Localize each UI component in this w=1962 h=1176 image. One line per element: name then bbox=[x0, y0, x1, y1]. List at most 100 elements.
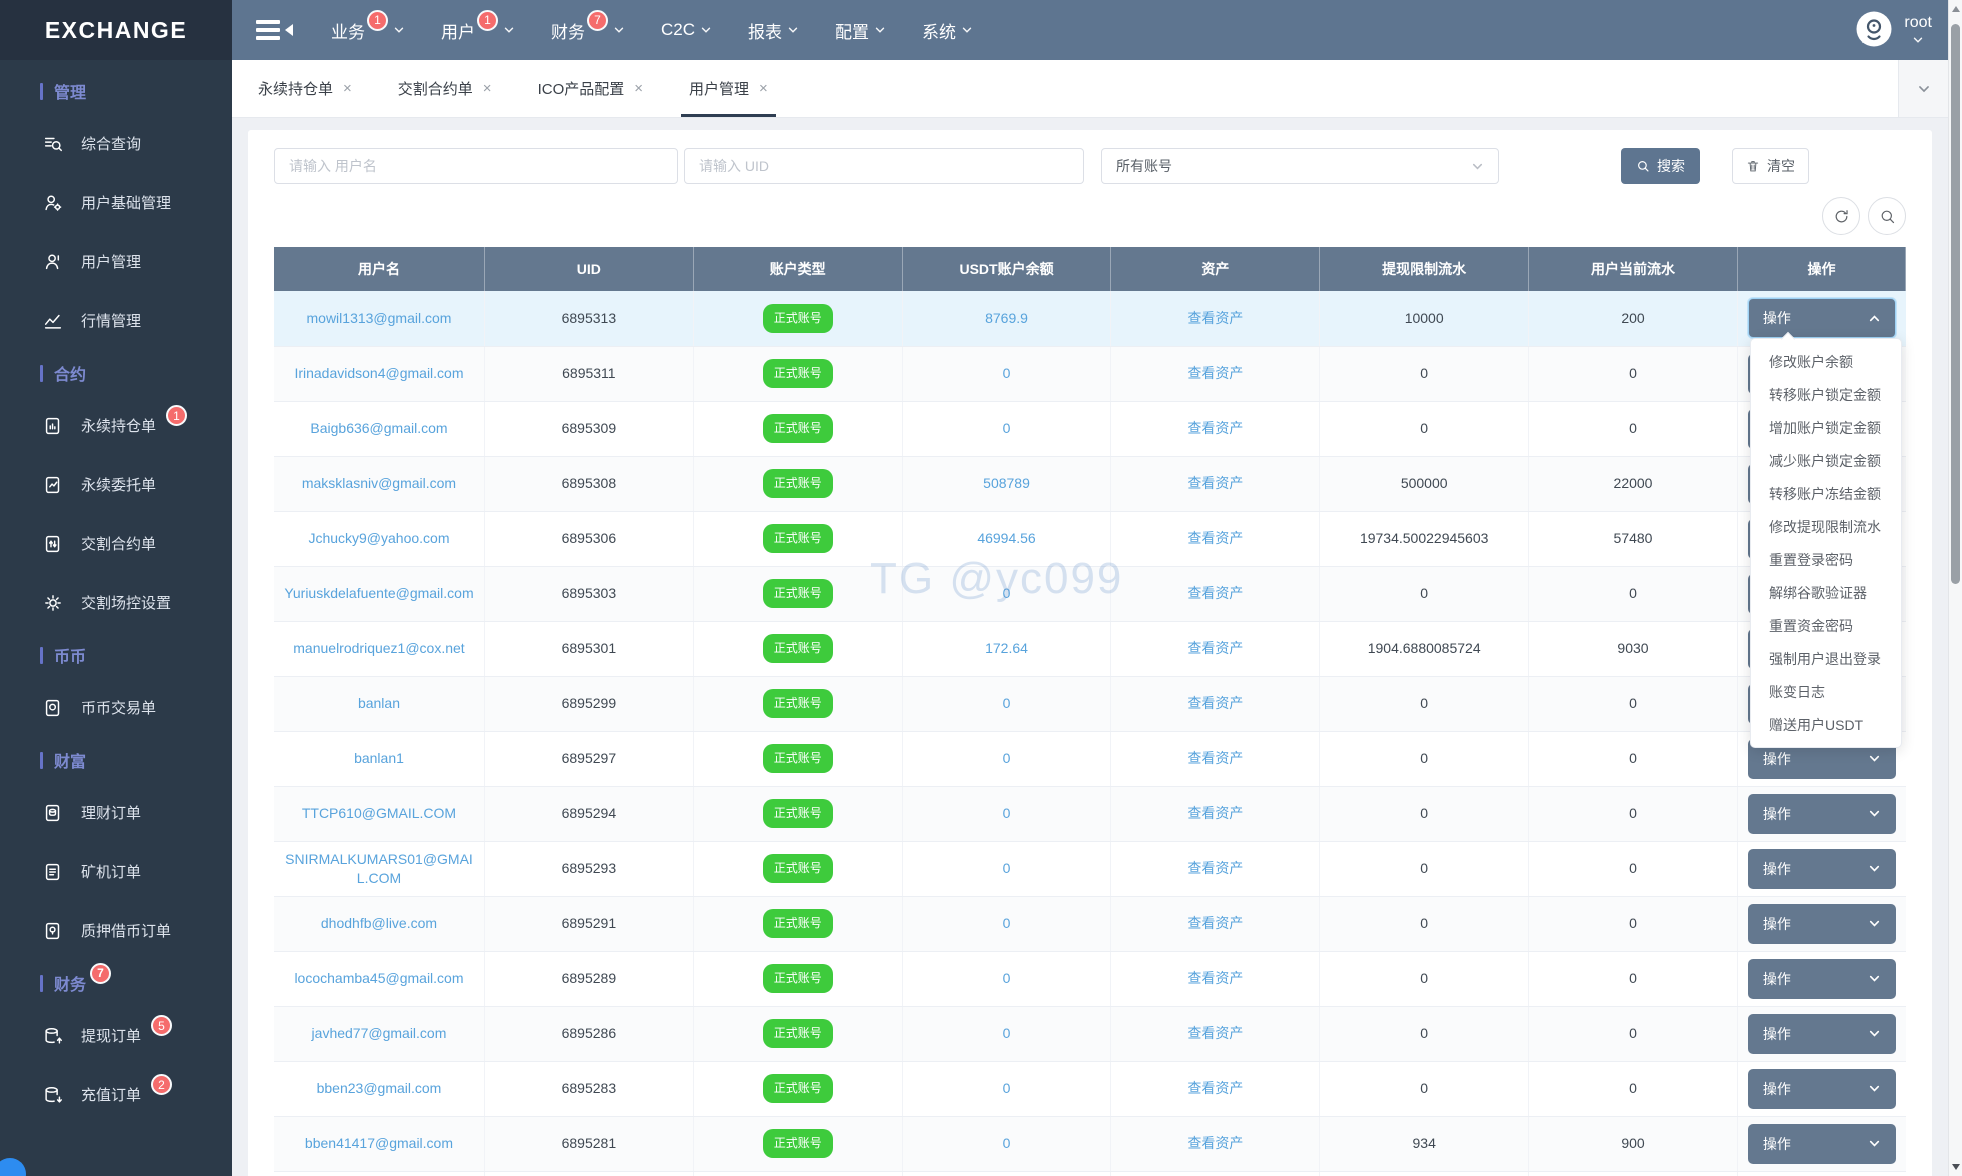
sidebar-entry[interactable]: 矿机订单 bbox=[0, 842, 232, 901]
usdt-balance-link[interactable]: 0 bbox=[1003, 915, 1011, 931]
sidebar-entry[interactable]: 财富 bbox=[0, 737, 232, 783]
action-menu-item[interactable]: 增加账户锁定金额 bbox=[1751, 411, 1901, 444]
sidebar-entry[interactable]: 行情管理 bbox=[0, 291, 232, 350]
action-button[interactable]: 操作 bbox=[1747, 1123, 1896, 1164]
action-menu-item[interactable]: 重置资金密码 bbox=[1751, 609, 1901, 642]
usdt-balance-link[interactable]: 0 bbox=[1003, 750, 1011, 766]
username-link[interactable]: locochamba45@gmail.com bbox=[294, 970, 463, 986]
username-link[interactable]: banlan1 bbox=[354, 750, 404, 766]
username-link[interactable]: maksklasniv@gmail.com bbox=[302, 475, 456, 491]
username-link[interactable]: javhed77@gmail.com bbox=[312, 1025, 447, 1041]
clear-button[interactable]: 清空 bbox=[1732, 148, 1809, 184]
view-assets-link[interactable]: 查看资产 bbox=[1187, 640, 1243, 656]
collapse-sidebar-icon[interactable] bbox=[256, 20, 293, 40]
username-link[interactable]: Jchucky9@yahoo.com bbox=[308, 530, 449, 546]
view-assets-link[interactable]: 查看资产 bbox=[1187, 1080, 1243, 1096]
usdt-balance-link[interactable]: 0 bbox=[1003, 420, 1011, 436]
username-link[interactable]: SNIRMALKUMARS01@GMAIL.COM bbox=[285, 851, 473, 886]
sidebar-entry[interactable]: 充值订单 2 bbox=[0, 1065, 232, 1124]
view-assets-link[interactable]: 查看资产 bbox=[1187, 585, 1243, 601]
sidebar-entry[interactable]: 提现订单 5 bbox=[0, 1006, 232, 1065]
usdt-balance-link[interactable]: 0 bbox=[1003, 805, 1011, 821]
scroll-up-arrow-icon[interactable] bbox=[1952, 6, 1960, 12]
view-assets-link[interactable]: 查看资产 bbox=[1187, 310, 1243, 326]
page-tab[interactable]: ICO产品配置 × bbox=[526, 60, 655, 117]
username-link[interactable]: Yuriuskdelafuente@gmail.com bbox=[284, 585, 473, 601]
search-button[interactable]: 搜索 bbox=[1621, 148, 1700, 184]
view-assets-link[interactable]: 查看资产 bbox=[1187, 420, 1243, 436]
usdt-balance-link[interactable]: 0 bbox=[1003, 970, 1011, 986]
username-input[interactable] bbox=[274, 148, 678, 184]
sidebar-entry[interactable]: 交割合约单 bbox=[0, 514, 232, 573]
view-assets-link[interactable]: 查看资产 bbox=[1187, 1025, 1243, 1041]
view-assets-link[interactable]: 查看资产 bbox=[1187, 860, 1243, 876]
usdt-balance-link[interactable]: 0 bbox=[1003, 1080, 1011, 1096]
action-button[interactable]: 操作 bbox=[1747, 793, 1896, 834]
sidebar-entry[interactable]: 质押借币订单 bbox=[0, 901, 232, 960]
page-scrollbar[interactable] bbox=[1948, 0, 1962, 1176]
nav-menu-item[interactable]: 配置 bbox=[835, 18, 886, 43]
username-link[interactable]: mowil1313@gmail.com bbox=[307, 310, 452, 326]
view-assets-link[interactable]: 查看资产 bbox=[1187, 805, 1243, 821]
action-menu-item[interactable]: 强制用户退出登录 bbox=[1751, 642, 1901, 675]
usdt-balance-link[interactable]: 0 bbox=[1003, 1135, 1011, 1151]
scrollbar-thumb[interactable] bbox=[1951, 24, 1960, 584]
usdt-balance-link[interactable]: 46994.56 bbox=[977, 530, 1035, 546]
view-assets-link[interactable]: 查看资产 bbox=[1187, 750, 1243, 766]
usdt-balance-link[interactable]: 8769.9 bbox=[985, 310, 1028, 326]
scroll-down-arrow-icon[interactable] bbox=[1952, 1164, 1960, 1170]
refresh-button[interactable] bbox=[1822, 197, 1860, 235]
nav-menu-item[interactable]: C2C bbox=[661, 20, 712, 40]
nav-menu-item[interactable]: 业务 1 bbox=[331, 9, 405, 43]
usdt-balance-link[interactable]: 508789 bbox=[983, 475, 1030, 491]
usdt-balance-link[interactable]: 0 bbox=[1003, 695, 1011, 711]
action-menu-item[interactable]: 转移账户冻结金额 bbox=[1751, 477, 1901, 510]
sidebar-entry[interactable]: 综合查询 bbox=[0, 114, 232, 173]
action-button[interactable]: 操作 bbox=[1747, 1068, 1896, 1109]
action-button[interactable]: 操作 bbox=[1747, 1013, 1896, 1054]
account-type-select[interactable]: 所有账号 bbox=[1101, 148, 1499, 184]
username-link[interactable]: Baigb636@gmail.com bbox=[310, 420, 447, 436]
action-menu-item[interactable]: 账变日志 bbox=[1751, 675, 1901, 708]
sidebar-entry[interactable]: 永续委托单 bbox=[0, 455, 232, 514]
action-button[interactable]: 操作 bbox=[1747, 958, 1896, 999]
username-link[interactable]: TTCP610@GMAIL.COM bbox=[302, 805, 456, 821]
view-assets-link[interactable]: 查看资产 bbox=[1187, 695, 1243, 711]
usdt-balance-link[interactable]: 0 bbox=[1003, 365, 1011, 381]
username-link[interactable]: dhodhfb@live.com bbox=[321, 915, 437, 931]
close-icon[interactable]: × bbox=[759, 80, 768, 97]
action-button[interactable]: 操作 bbox=[1747, 298, 1896, 339]
sidebar-entry[interactable]: 财务 7 bbox=[0, 960, 232, 1006]
sidebar-entry[interactable]: 交割场控设置 bbox=[0, 573, 232, 632]
view-assets-link[interactable]: 查看资产 bbox=[1187, 970, 1243, 986]
column-search-button[interactable] bbox=[1868, 197, 1906, 235]
nav-menu-item[interactable]: 系统 bbox=[922, 18, 973, 43]
nav-menu-item[interactable]: 财务 7 bbox=[551, 9, 625, 43]
close-icon[interactable]: × bbox=[343, 80, 352, 97]
view-assets-link[interactable]: 查看资产 bbox=[1187, 1135, 1243, 1151]
sidebar-entry[interactable]: 用户基础管理 bbox=[0, 173, 232, 232]
sidebar-entry[interactable]: 币币 bbox=[0, 632, 232, 678]
usdt-balance-link[interactable]: 0 bbox=[1003, 1025, 1011, 1041]
action-button[interactable]: 操作 bbox=[1747, 903, 1896, 944]
action-menu-item[interactable]: 转移账户锁定金额 bbox=[1751, 378, 1901, 411]
tab-overflow-button[interactable] bbox=[1898, 60, 1948, 117]
sidebar-entry[interactable]: 用户管理 bbox=[0, 232, 232, 291]
close-icon[interactable]: × bbox=[483, 80, 492, 97]
view-assets-link[interactable]: 查看资产 bbox=[1187, 365, 1243, 381]
username-link[interactable]: Irinadavidson4@gmail.com bbox=[294, 365, 463, 381]
nav-menu-item[interactable]: 报表 bbox=[748, 18, 799, 43]
usdt-balance-link[interactable]: 172.64 bbox=[985, 640, 1028, 656]
view-assets-link[interactable]: 查看资产 bbox=[1187, 530, 1243, 546]
page-tab[interactable]: 用户管理 × bbox=[677, 60, 780, 117]
avatar[interactable] bbox=[1854, 10, 1894, 50]
user-menu[interactable]: root bbox=[1904, 14, 1932, 46]
action-menu-item[interactable]: 赠送用户USDT bbox=[1751, 708, 1901, 741]
sidebar-entry[interactable]: 管理 bbox=[0, 68, 232, 114]
uid-input[interactable] bbox=[684, 148, 1084, 184]
action-menu-item[interactable]: 修改提现限制流水 bbox=[1751, 510, 1901, 543]
nav-menu-item[interactable]: 用户 1 bbox=[441, 9, 515, 43]
username-link[interactable]: manuelrodriquez1@cox.net bbox=[293, 640, 464, 656]
sidebar-entry[interactable]: 理财订单 bbox=[0, 783, 232, 842]
username-link[interactable]: bben23@gmail.com bbox=[317, 1080, 442, 1096]
